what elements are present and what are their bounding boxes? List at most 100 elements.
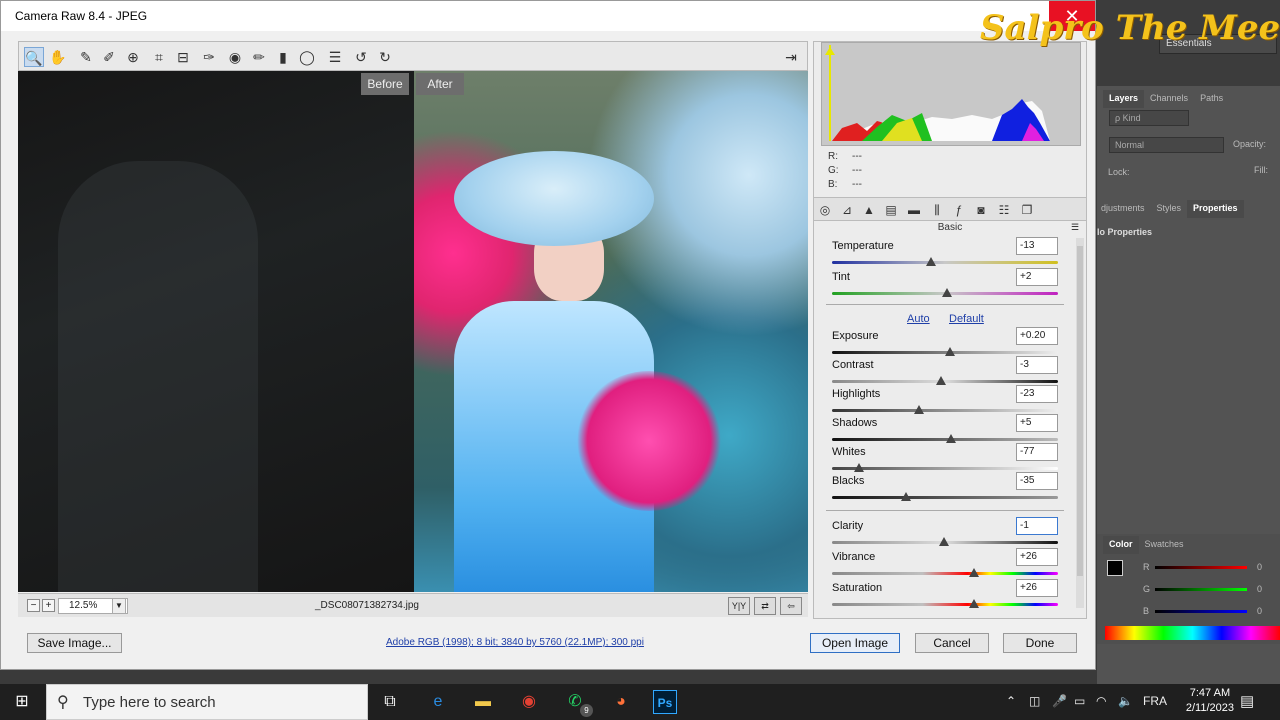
tab-layers[interactable]: Layers: [1103, 90, 1145, 108]
slider-track[interactable]: [832, 409, 1058, 412]
swap-settings-button[interactable]: ⇄: [754, 597, 776, 615]
blend-mode-select[interactable]: Normal: [1109, 137, 1224, 153]
save-image-button[interactable]: Save Image...: [27, 633, 122, 653]
slider-track[interactable]: [832, 438, 1058, 441]
before-after-view-button[interactable]: Y|Y: [728, 597, 750, 615]
copy-settings-button[interactable]: ⇦: [780, 597, 802, 615]
color-b-value[interactable]: 0: [1257, 606, 1262, 616]
adjustment-brush-icon[interactable]: ✏: [249, 47, 269, 67]
panel-menu-icon[interactable]: ☰: [1071, 222, 1079, 233]
zoom-tool-icon[interactable]: 🔍: [24, 47, 44, 67]
slider-value[interactable]: +26: [1016, 548, 1058, 566]
zoom-dropdown-icon[interactable]: ▼: [112, 598, 126, 614]
presets-tab-icon[interactable]: ☷: [995, 201, 1013, 219]
hsl-tab-icon[interactable]: ▤: [882, 201, 900, 219]
slider-thumb[interactable]: [936, 376, 946, 385]
slider-thumb[interactable]: [945, 347, 955, 356]
slider-thumb[interactable]: [914, 405, 924, 414]
slider-value[interactable]: +2: [1016, 268, 1058, 286]
snapshots-tab-icon[interactable]: ❐: [1018, 201, 1036, 219]
open-image-button[interactable]: Open Image: [810, 633, 900, 653]
color-g-slider[interactable]: [1155, 588, 1247, 591]
notifications-icon[interactable]: ▤: [1240, 692, 1254, 710]
color-r-value[interactable]: 0: [1257, 562, 1262, 572]
slider-thumb[interactable]: [946, 434, 956, 443]
hand-tool-icon[interactable]: ✋: [48, 47, 68, 67]
slider-value[interactable]: -77: [1016, 443, 1058, 461]
after-label[interactable]: After: [416, 73, 464, 95]
battery-icon[interactable]: ▭: [1074, 694, 1085, 708]
auto-link[interactable]: Auto: [907, 313, 930, 325]
workflow-options-link[interactable]: Adobe RGB (1998); 8 bit; 3840 by 5760 (2…: [386, 637, 644, 648]
slider-thumb[interactable]: [854, 463, 864, 472]
zoom-in-button[interactable]: +: [42, 599, 55, 612]
panel-scrollbar[interactable]: [1076, 238, 1084, 608]
before-label[interactable]: Before: [361, 73, 409, 95]
rotate-cw-icon[interactable]: ↻: [375, 47, 395, 67]
slider-value[interactable]: +0.20: [1016, 327, 1058, 345]
tone-curve-tab-icon[interactable]: ⊿: [838, 201, 856, 219]
slider-value[interactable]: -3: [1016, 356, 1058, 374]
tab-styles[interactable]: Styles: [1151, 200, 1188, 218]
foreground-color-swatch[interactable]: [1107, 560, 1123, 576]
language-indicator[interactable]: FRA: [1143, 694, 1167, 708]
slider-value[interactable]: -23: [1016, 385, 1058, 403]
slider-thumb[interactable]: [942, 288, 952, 297]
tab-color[interactable]: Color: [1103, 536, 1139, 554]
split-toning-tab-icon[interactable]: ▬: [905, 201, 923, 219]
slider-track[interactable]: [832, 496, 1058, 499]
zoom-out-button[interactable]: −: [27, 599, 40, 612]
color-sampler-tool-icon[interactable]: ✐: [99, 47, 119, 67]
show-hidden-icons-icon[interactable]: ⌃: [1006, 694, 1016, 708]
tab-paths[interactable]: Paths: [1194, 90, 1229, 108]
slider-thumb[interactable]: [926, 257, 936, 266]
scrollbar-thumb[interactable]: [1077, 246, 1083, 576]
slider-track[interactable]: [832, 261, 1058, 264]
file-explorer-icon[interactable]: ▬: [471, 690, 495, 714]
image-preview[interactable]: Before After: [18, 71, 808, 592]
slider-thumb[interactable]: [969, 599, 979, 608]
meet-now-icon[interactable]: ◫: [1029, 694, 1040, 708]
firefox-icon[interactable]: ◕: [609, 690, 633, 714]
clock[interactable]: 7:47 AM 2/11/2023: [1186, 686, 1234, 716]
red-eye-removal-tool-icon[interactable]: ◉: [225, 47, 245, 67]
graduated-filter-icon[interactable]: ▮: [273, 47, 293, 67]
color-r-slider[interactable]: [1155, 566, 1247, 569]
slider-track[interactable]: [832, 603, 1058, 606]
done-button[interactable]: Done: [1003, 633, 1077, 653]
basic-tab-icon[interactable]: ◎: [816, 201, 834, 219]
radial-filter-icon[interactable]: ◯: [297, 47, 317, 67]
cancel-button[interactable]: Cancel: [915, 633, 989, 653]
windows-start-icon[interactable]: ⊞: [10, 690, 34, 714]
detail-tab-icon[interactable]: ▲: [860, 201, 878, 219]
taskbar-search[interactable]: ⚲ Type here to search: [46, 684, 368, 720]
fullscreen-toggle-icon[interactable]: ⇥: [781, 47, 801, 67]
crop-tool-icon[interactable]: ⌗: [149, 47, 169, 67]
white-balance-tool-icon[interactable]: ✎: [76, 47, 96, 67]
slider-value[interactable]: +5: [1016, 414, 1058, 432]
slider-value[interactable]: +26: [1016, 579, 1058, 597]
edge-icon[interactable]: e: [426, 690, 450, 714]
slider-thumb[interactable]: [939, 537, 949, 546]
slider-value[interactable]: -1: [1016, 517, 1058, 535]
tab-channels[interactable]: Channels: [1144, 90, 1194, 108]
slider-thumb[interactable]: [901, 492, 911, 501]
color-g-value[interactable]: 0: [1257, 584, 1262, 594]
tab-adjustments[interactable]: djustments: [1095, 200, 1151, 218]
straighten-tool-icon[interactable]: ⊟: [173, 47, 193, 67]
chrome-icon[interactable]: ◉: [517, 690, 541, 714]
tab-properties[interactable]: Properties: [1187, 200, 1244, 218]
tab-swatches[interactable]: Swatches: [1139, 536, 1190, 554]
color-b-slider[interactable]: [1155, 610, 1247, 613]
volume-icon[interactable]: 🔈: [1118, 694, 1133, 708]
microphone-icon[interactable]: 🎤: [1052, 694, 1067, 708]
rotate-ccw-icon[interactable]: ↺: [351, 47, 371, 67]
targeted-adjustment-tool-icon[interactable]: ⊕: [123, 47, 143, 67]
spot-removal-tool-icon[interactable]: ✑: [199, 47, 219, 67]
wifi-icon[interactable]: ◠: [1096, 694, 1106, 708]
photoshop-icon[interactable]: Ps: [653, 690, 677, 714]
slider-thumb[interactable]: [969, 568, 979, 577]
effects-tab-icon[interactable]: ƒ: [950, 201, 968, 219]
task-view-icon[interactable]: ⧉: [378, 690, 402, 714]
camera-calibration-tab-icon[interactable]: ◙: [972, 201, 990, 219]
